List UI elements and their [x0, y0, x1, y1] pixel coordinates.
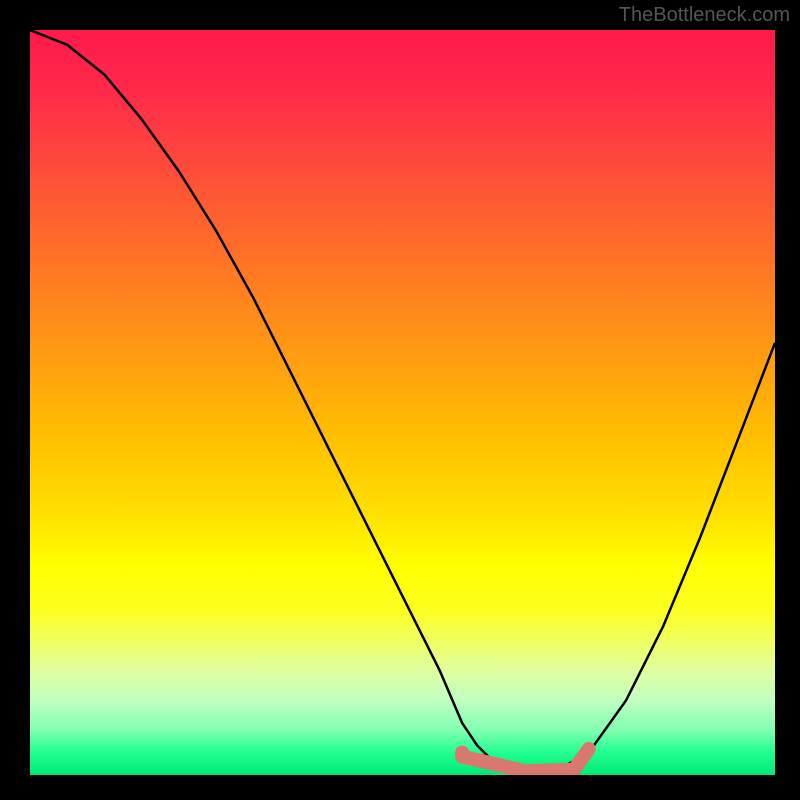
- watermark-text: TheBottleneck.com: [619, 4, 790, 27]
- optimal-zone-marker: [30, 30, 775, 775]
- chart-plot-area: [30, 30, 775, 775]
